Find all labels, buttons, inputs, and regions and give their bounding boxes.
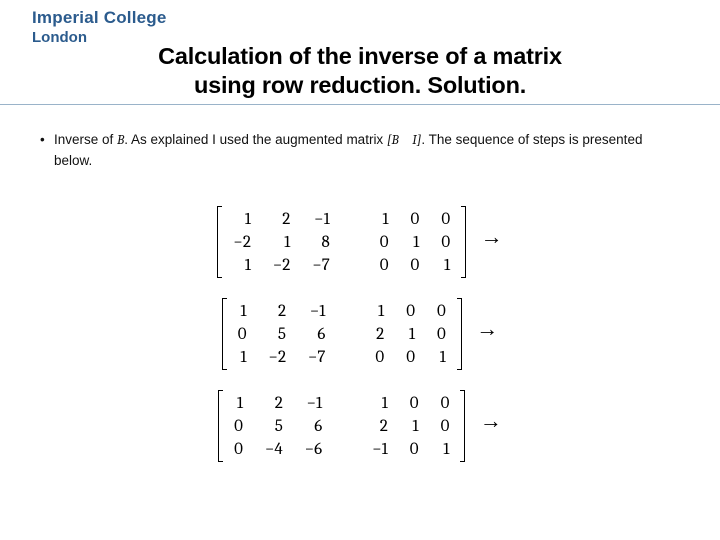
cell: 0 xyxy=(430,208,461,231)
cell: 0 xyxy=(399,392,430,415)
cell: −1 xyxy=(361,438,399,461)
aug-gap xyxy=(333,415,361,438)
matrix-step-1: 12−1100 −218010 1−2−7001 → xyxy=(217,206,502,278)
matrix-table: 12−1100 056210 1−2−7001 xyxy=(227,300,457,369)
slide-title: Calculation of the inverse of a matrix u… xyxy=(0,42,720,99)
cell: 0 xyxy=(369,254,400,277)
cell: 1 xyxy=(399,415,430,438)
title-divider xyxy=(0,104,720,105)
cell: 0 xyxy=(430,392,461,415)
bullet-t2: . As explained I used the augmented matr… xyxy=(124,132,387,147)
cell: 0 xyxy=(227,323,258,346)
cell: −2 xyxy=(222,231,261,254)
cell: 0 xyxy=(223,415,254,438)
bullet-text: Inverse of B. As explained I used the au… xyxy=(54,130,672,170)
matrix-table: 12−1100 −218010 1−2−7001 xyxy=(222,208,461,277)
title-line2: using row reduction. Solution. xyxy=(194,72,526,98)
cell: 0 xyxy=(426,300,457,323)
cell: 1 xyxy=(222,254,261,277)
arrow-icon: → xyxy=(480,408,502,434)
cell: 5 xyxy=(254,415,294,438)
matrix-table: 12−1100 056210 0−4−6−101 xyxy=(223,392,460,461)
cell: 2 xyxy=(258,300,297,323)
matrix-step-3: 12−1100 056210 0−4−6−101 → xyxy=(218,390,502,462)
cell: 0 xyxy=(395,300,426,323)
cell: 1 xyxy=(262,231,301,254)
aug-gap xyxy=(333,392,361,415)
arrow-icon: → xyxy=(476,316,498,342)
cell: 2 xyxy=(361,415,399,438)
cell: −4 xyxy=(254,438,294,461)
cell: 8 xyxy=(301,231,340,254)
cell: 0 xyxy=(430,231,461,254)
cell: 1 xyxy=(222,208,261,231)
cell: 1 xyxy=(430,254,461,277)
cell: 1 xyxy=(364,300,395,323)
cell: −1 xyxy=(297,300,336,323)
bracket-right-icon xyxy=(461,206,466,278)
cell: 0 xyxy=(399,438,430,461)
title-line1: Calculation of the inverse of a matrix xyxy=(158,43,562,69)
cell: −1 xyxy=(294,392,333,415)
matrix-step-2: 12−1100 056210 1−2−7001 → xyxy=(222,298,499,370)
cell: 1 xyxy=(227,346,258,369)
cell: −2 xyxy=(262,254,301,277)
cell: −6 xyxy=(294,438,333,461)
cell: 0 xyxy=(395,346,426,369)
cell: 0 xyxy=(430,415,461,438)
cell: −2 xyxy=(258,346,297,369)
bullet-aug: [B I] xyxy=(387,133,421,148)
slide: Imperial College London Calculation of t… xyxy=(0,0,720,540)
cell: 0 xyxy=(364,346,395,369)
cell: 1 xyxy=(430,438,461,461)
cell: 2 xyxy=(254,392,294,415)
aug-gap xyxy=(336,323,364,346)
bracket-right-icon xyxy=(460,390,465,462)
cell: 1 xyxy=(227,300,258,323)
cell: 1 xyxy=(369,208,400,231)
cell: −7 xyxy=(297,346,336,369)
cell: 2 xyxy=(364,323,395,346)
cell: 6 xyxy=(297,323,336,346)
cell: 0 xyxy=(426,323,457,346)
cell: −1 xyxy=(301,208,340,231)
aug-gap xyxy=(341,231,369,254)
aug-gap xyxy=(341,254,369,277)
brand-line1: Imperial College xyxy=(32,8,167,28)
cell: 1 xyxy=(395,323,426,346)
augmented-matrix-1: 12−1100 −218010 1−2−7001 xyxy=(217,206,466,278)
cell: 0 xyxy=(223,438,254,461)
cell: 0 xyxy=(400,208,431,231)
cell: 6 xyxy=(294,415,333,438)
cell: −7 xyxy=(301,254,340,277)
cell: 1 xyxy=(223,392,254,415)
cell: 1 xyxy=(361,392,399,415)
cell: 1 xyxy=(426,346,457,369)
aug-gap xyxy=(336,300,364,323)
cell: 5 xyxy=(258,323,297,346)
bracket-right-icon xyxy=(457,298,462,370)
cell: 1 xyxy=(400,231,431,254)
cell: 0 xyxy=(369,231,400,254)
cell: 0 xyxy=(400,254,431,277)
augmented-matrix-3: 12−1100 056210 0−4−6−101 xyxy=(218,390,465,462)
math-area: 12−1100 −218010 1−2−7001 → 12−1100 05621… xyxy=(0,196,720,472)
aug-gap xyxy=(341,208,369,231)
augmented-matrix-2: 12−1100 056210 1−2−7001 xyxy=(222,298,462,370)
arrow-icon: → xyxy=(481,224,503,250)
brand-logo: Imperial College London xyxy=(32,8,167,46)
bullet-t1: Inverse of xyxy=(54,132,117,147)
aug-gap xyxy=(333,438,361,461)
aug-gap xyxy=(336,346,364,369)
cell: 2 xyxy=(262,208,301,231)
